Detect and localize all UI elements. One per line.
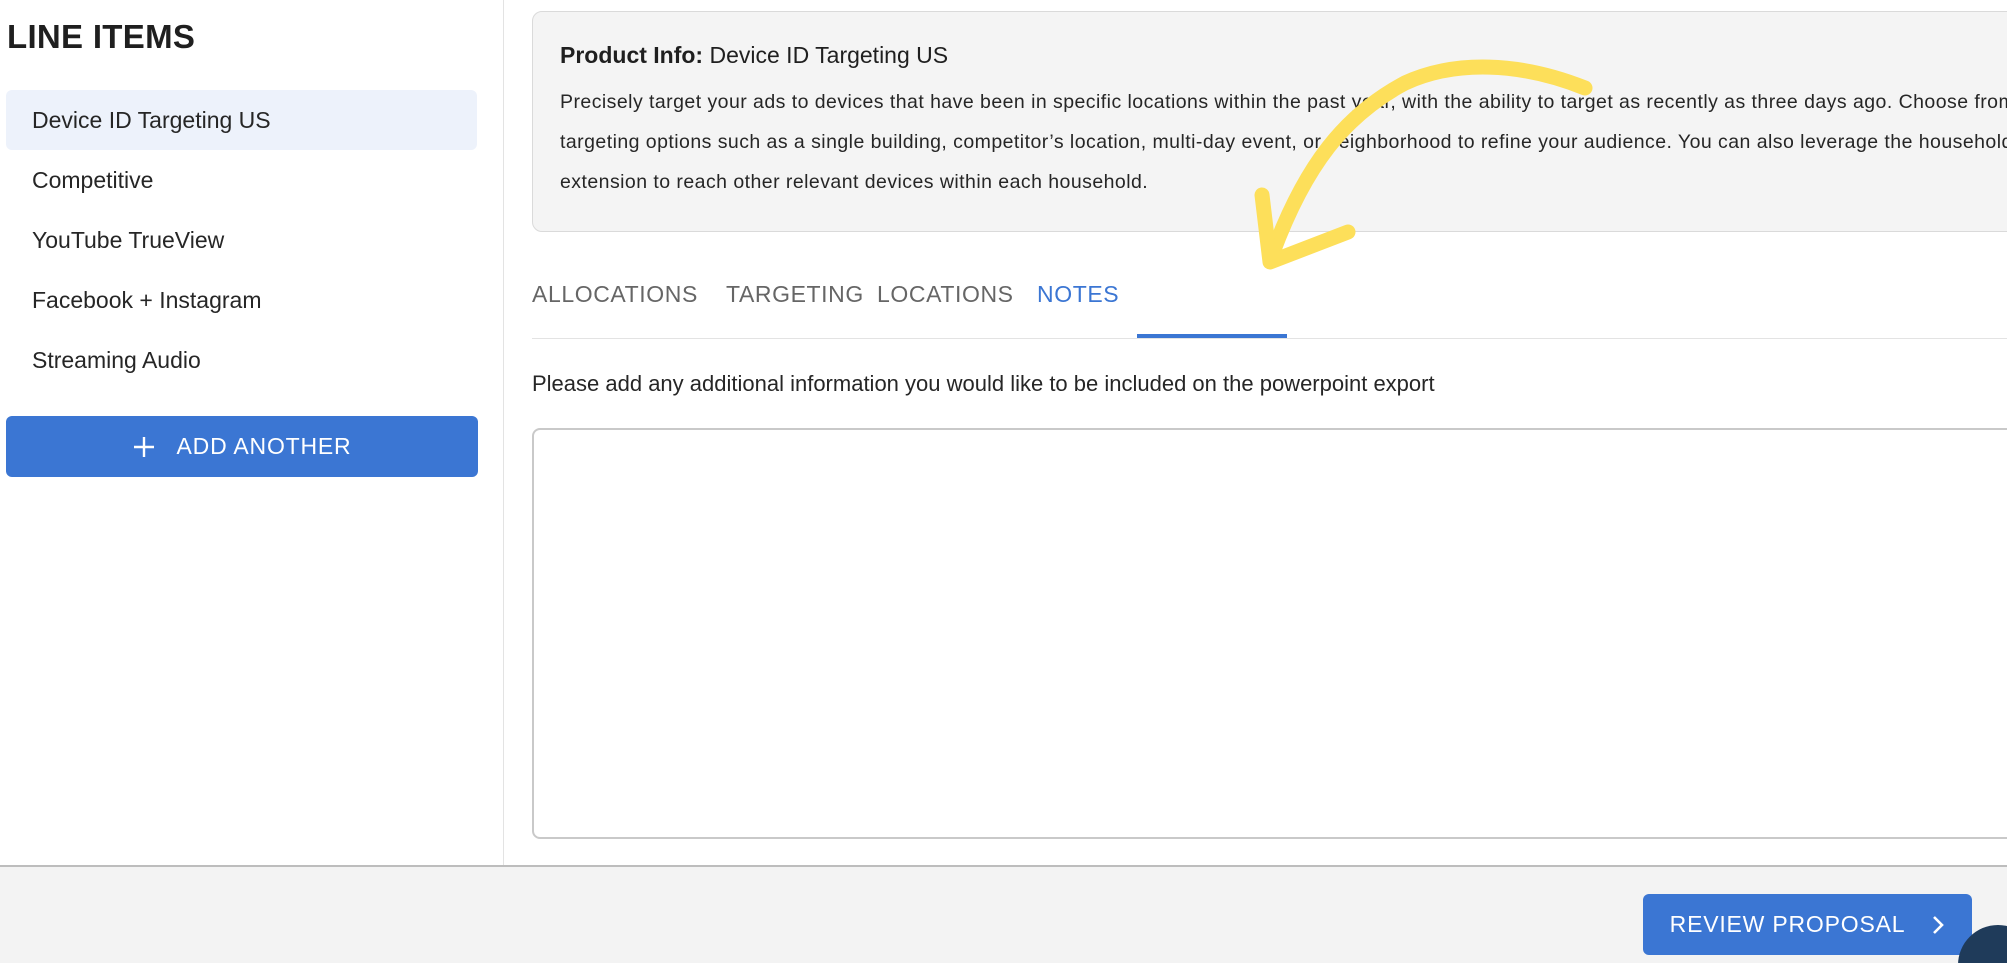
product-info-label: Product Info:	[560, 42, 704, 68]
product-description: Precisely target your ads to devices tha…	[560, 91, 2007, 193]
sidebar-item-streaming-audio[interactable]: Streaming Audio	[6, 330, 477, 390]
add-another-label: ADD ANOTHER	[176, 433, 352, 459]
tab-locations[interactable]: LOCATIONS	[877, 250, 1014, 339]
notes-prompt: Please add any additional information yo…	[532, 371, 1435, 396]
product-name: Device ID Targeting US	[709, 42, 949, 68]
sidebar-item-device-id-targeting-us[interactable]: Device ID Targeting US	[6, 90, 477, 150]
sidebar-item-facebook-instagram[interactable]: Facebook + Instagram	[6, 270, 477, 330]
footer-bar: REVIEW PROPOSAL	[0, 865, 2007, 963]
line-items-sidebar: LINE ITEMS Device ID Targeting US Compet…	[0, 0, 504, 865]
product-info-card: Product Info: Device ID Targeting US Pre…	[532, 11, 2007, 232]
line-items-list: Device ID Targeting US Competitive YouTu…	[6, 90, 477, 390]
notes-textarea[interactable]	[532, 428, 2007, 839]
plus-icon	[133, 436, 154, 457]
tab-targeting[interactable]: TARGETING	[726, 250, 864, 339]
sidebar-item-competitive[interactable]: Competitive	[6, 150, 477, 210]
sidebar-title: LINE ITEMS	[7, 18, 196, 55]
add-another-button[interactable]: ADD ANOTHER	[6, 416, 478, 477]
sidebar-item-youtube-trueview[interactable]: YouTube TrueView	[6, 210, 477, 270]
chevron-right-icon	[1933, 915, 1945, 934]
review-proposal-button[interactable]: REVIEW PROPOSAL	[1643, 894, 1972, 955]
review-proposal-label: REVIEW PROPOSAL	[1669, 911, 1906, 937]
tab-bar: ALLOCATIONS TARGETING LOCATIONS NOTES	[532, 250, 2007, 339]
main-panel: Product Info: Device ID Targeting US Pre…	[505, 0, 2007, 865]
product-info-heading: Product Info: Device ID Targeting US	[560, 42, 948, 69]
tab-notes[interactable]: NOTES	[1037, 250, 1119, 339]
tab-allocations[interactable]: ALLOCATIONS	[532, 250, 698, 339]
active-tab-indicator	[1137, 334, 1287, 338]
